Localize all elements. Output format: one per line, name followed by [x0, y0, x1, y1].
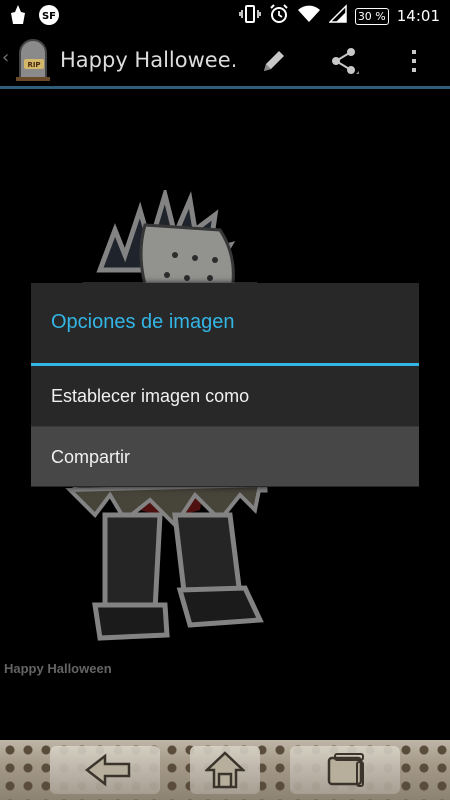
alarm-icon [269, 4, 289, 28]
svg-text:RIP: RIP [27, 61, 40, 69]
image-options-dialog: Opciones de imagen Establecer imagen com… [31, 283, 419, 487]
vibrate-icon [239, 4, 261, 28]
app-title: Happy Hallowee… [60, 48, 235, 72]
rip-tombstone-logo-icon[interactable]: RIP [12, 39, 54, 81]
overflow-menu-icon[interactable] [396, 43, 432, 79]
signal-icon [328, 4, 347, 28]
share-icon[interactable] [326, 43, 362, 79]
back-arrow-icon[interactable] [78, 746, 138, 794]
cleaner-icon [8, 4, 28, 30]
dialog-title: Opciones de imagen [51, 311, 235, 333]
navigation-bar [0, 740, 450, 800]
home-icon[interactable] [195, 746, 255, 794]
share-option[interactable]: Compartir [31, 426, 419, 486]
action-bar: ‹ RIP Happy Hallowee… [0, 33, 450, 87]
set-image-as-option[interactable]: Establecer imagen como [31, 366, 419, 426]
edit-pencil-icon[interactable] [256, 43, 292, 79]
sf-badge-icon: SF [38, 4, 60, 30]
recent-apps-icon[interactable] [315, 746, 375, 794]
wifi-icon [297, 4, 321, 28]
status-bar: SF 30 % 14:01 [0, 0, 450, 33]
battery-icon: 30 % [354, 7, 389, 25]
clock-time: 14:01 [396, 7, 440, 25]
up-caret-icon[interactable]: ‹ [2, 47, 9, 68]
svg-text:SF: SF [42, 11, 56, 22]
